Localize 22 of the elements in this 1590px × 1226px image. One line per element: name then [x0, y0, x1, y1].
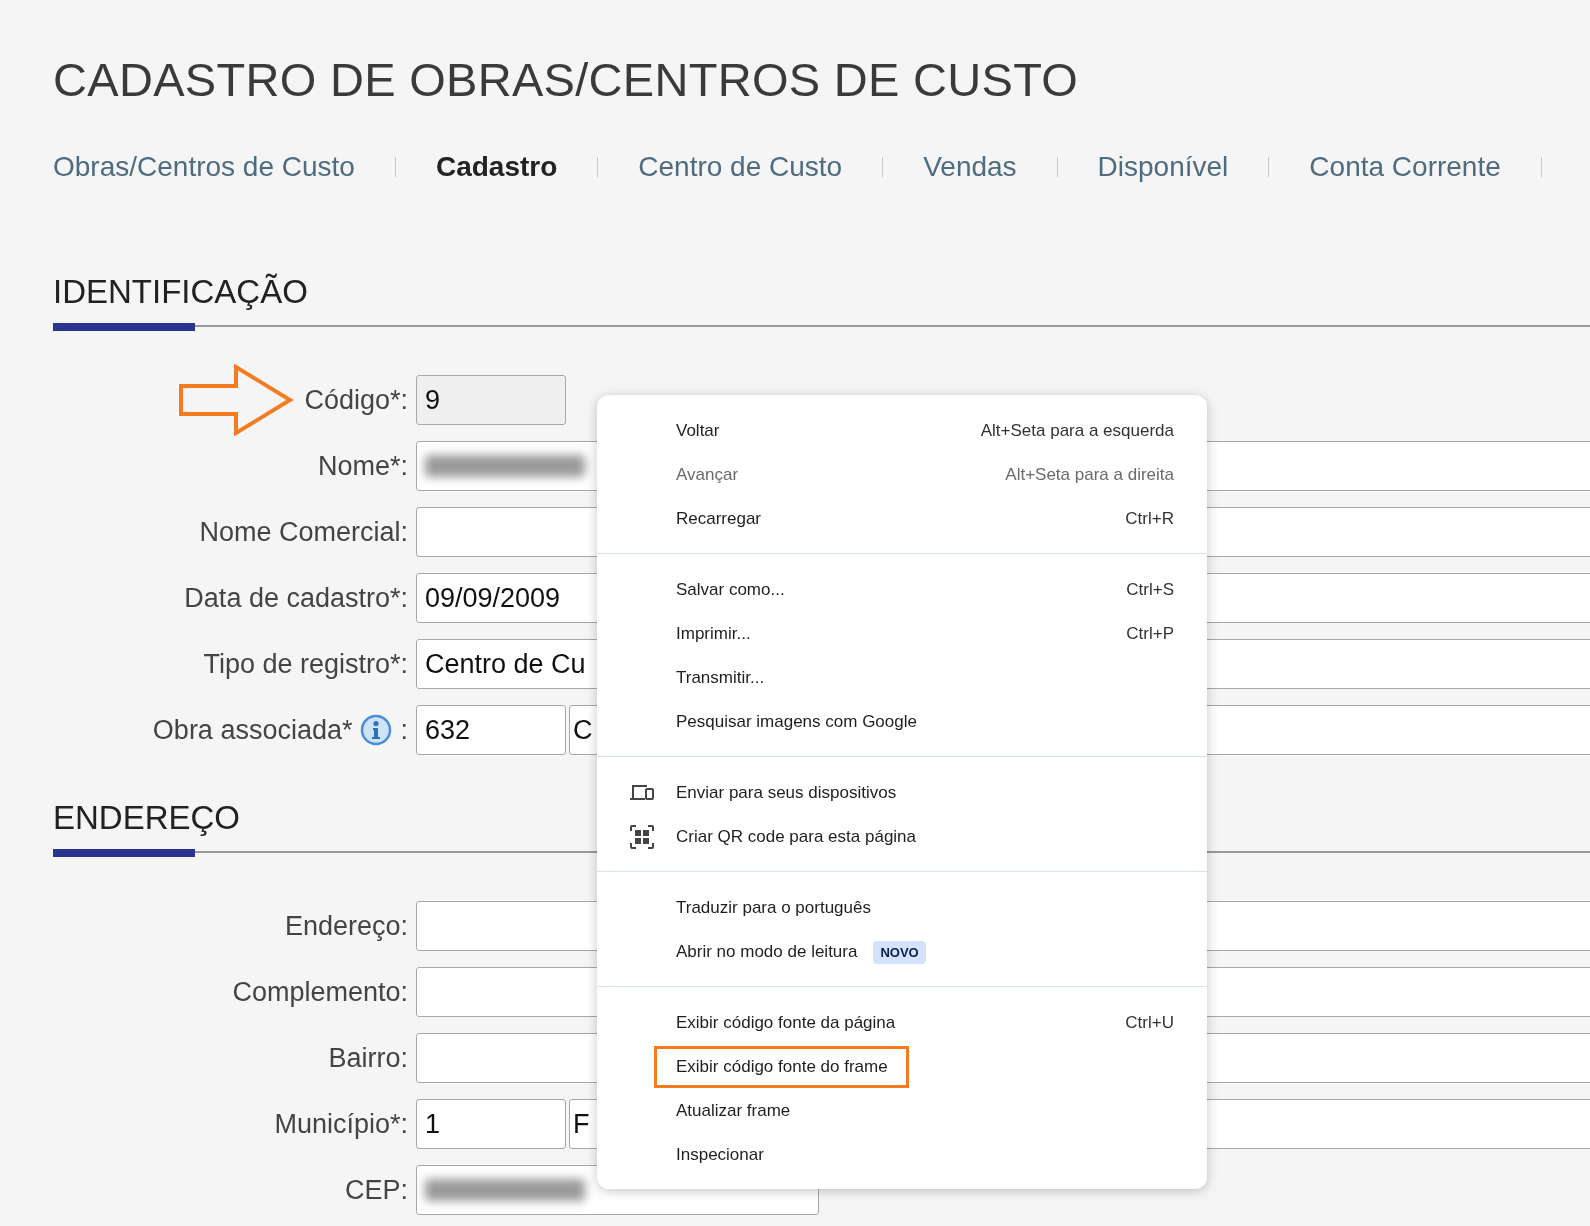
page-title: CADASTRO DE OBRAS/CENTROS DE CUSTO [52, 52, 1080, 107]
field-label: Município*: [274, 1108, 408, 1140]
field-label: Tipo de registro*: [203, 648, 408, 680]
shortcut-text: Ctrl+R [1125, 509, 1174, 529]
field-label: Obra associada* [152, 714, 353, 746]
shortcut-text: Alt+Seta para a esquerda [980, 421, 1174, 441]
shortcut-text: Ctrl+S [1126, 580, 1174, 600]
label-colon: : [400, 714, 408, 746]
section-title: ENDEREÇO [53, 799, 241, 838]
field-label: CEP: [344, 1174, 408, 1206]
field-label: Data de cadastro*: [184, 582, 408, 614]
field-label: Complemento: [232, 976, 408, 1008]
field-label: Endereço: [284, 910, 408, 942]
field-label: Código*: [304, 384, 408, 416]
section-title: IDENTIFICAÇÃO [53, 273, 308, 312]
field-label: Nome Comercial: [199, 516, 408, 548]
shortcut-text: Ctrl+P [1126, 624, 1174, 644]
shortcut-text: Ctrl+U [1125, 1013, 1174, 1033]
field-label: Nome*: [317, 450, 408, 482]
new-badge: NOVO [873, 940, 926, 964]
shortcut-text: Alt+Seta para a direita [1005, 465, 1174, 485]
field-label: Bairro: [328, 1042, 408, 1074]
